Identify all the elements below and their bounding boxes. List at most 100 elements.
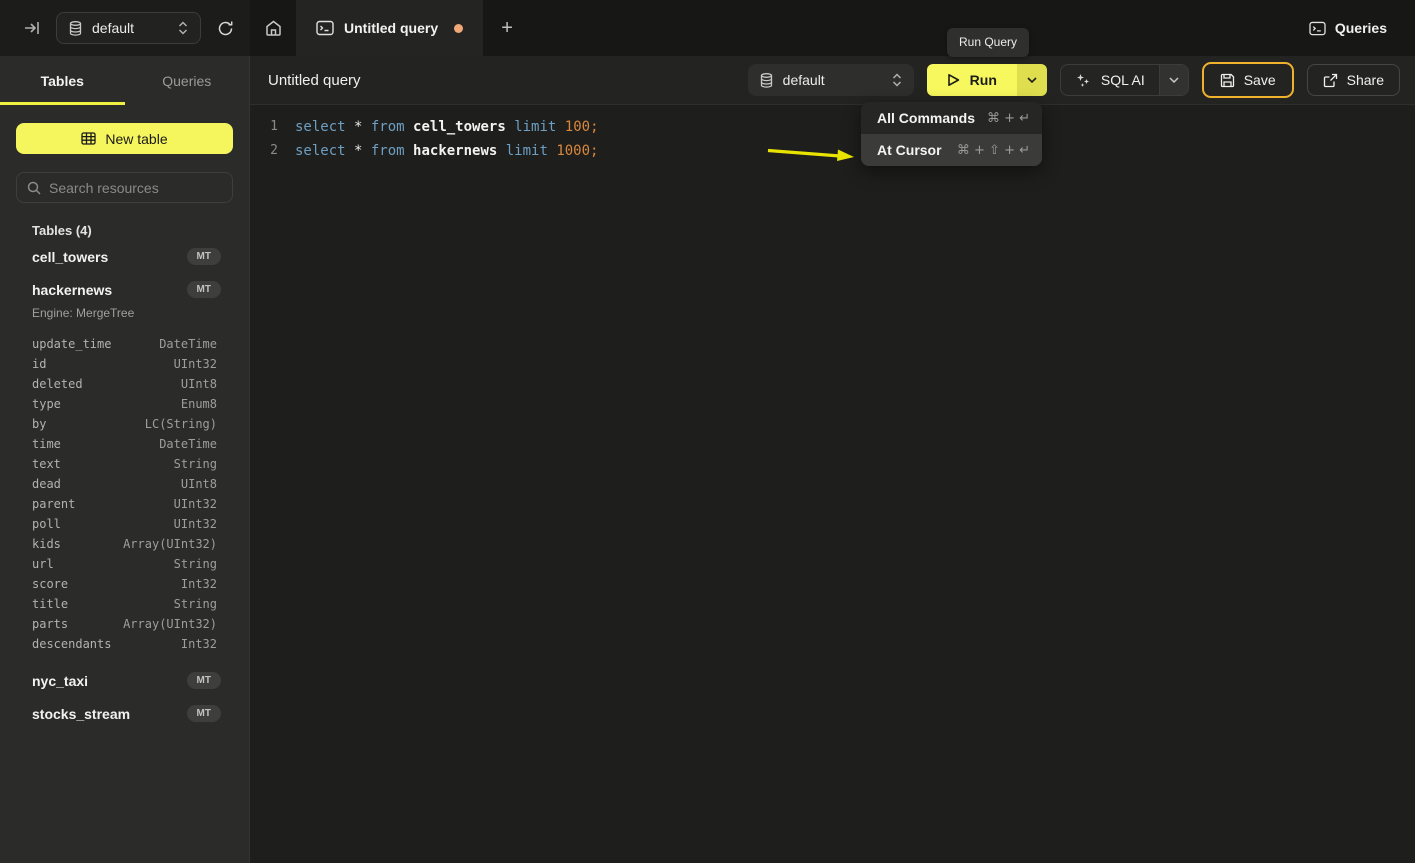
- code-text: select * from hackernews limit 1000;: [295, 139, 598, 163]
- column-row: partsArray(UInt32): [16, 614, 233, 634]
- sql-ai-button[interactable]: SQL AI: [1061, 65, 1159, 95]
- column-row: dead UInt8: [16, 474, 233, 494]
- table-row[interactable]: nyc_taxi MT: [16, 664, 233, 697]
- column-name: poll: [32, 517, 61, 531]
- line-number: 2: [266, 139, 278, 163]
- column-row: pollUInt32: [16, 514, 233, 534]
- home-button[interactable]: [250, 0, 296, 56]
- search-input[interactable]: [49, 180, 222, 196]
- code-text: select * from cell_towers limit 100;: [295, 115, 599, 139]
- engine-badge: MT: [187, 672, 221, 689]
- top-bar: default Untitled query: [0, 0, 1415, 56]
- run-button[interactable]: Run: [927, 64, 1017, 96]
- column-type: Int32: [181, 637, 217, 651]
- engine-badge: MT: [187, 281, 221, 298]
- token-keyword: from: [371, 143, 413, 159]
- sql-ai-label: SQL AI: [1101, 72, 1145, 88]
- top-bar-right: Queries: [1309, 0, 1415, 56]
- column-type: String: [174, 457, 217, 471]
- column-row: byLC(String): [16, 414, 233, 434]
- new-table-label: New table: [105, 131, 167, 147]
- code-line: 2 select * from hackernews limit 1000;: [266, 139, 1415, 163]
- share-button[interactable]: Share: [1307, 64, 1400, 96]
- column-type: UInt32: [174, 497, 217, 511]
- token-number: 100: [565, 119, 590, 135]
- column-name: dead: [32, 477, 61, 491]
- token-star: *: [354, 143, 371, 159]
- menu-item-label: All Commands: [877, 110, 975, 126]
- collapse-sidebar-icon: [24, 21, 40, 35]
- column-type: DateTime: [159, 337, 217, 351]
- run-options-dropdown-button[interactable]: [1017, 64, 1047, 96]
- column-row: url String: [16, 554, 233, 574]
- column-name: parts: [32, 617, 68, 631]
- active-tab-underline: [0, 102, 125, 105]
- token-keyword: limit: [514, 119, 565, 135]
- table-row[interactable]: stocks_streamMT: [16, 697, 233, 730]
- run-options-menu: All Commands ⌘ + ↵ At Cursor⌘ + ⇧ + ↵: [861, 102, 1042, 166]
- column-name: descendants: [32, 637, 111, 651]
- query-title: Untitled query: [268, 72, 361, 89]
- column-type: String: [174, 557, 217, 571]
- queries-button-label: Queries: [1335, 20, 1387, 36]
- run-button-group: Run: [927, 64, 1047, 96]
- refresh-button[interactable]: [213, 16, 238, 41]
- menu-item-at-cursor[interactable]: At Cursor⌘ + ⇧ + ↵: [861, 134, 1042, 166]
- column-type: UInt8: [181, 377, 217, 391]
- table-engine-label: Engine: MergeTree: [16, 306, 233, 328]
- column-type: Enum8: [181, 397, 217, 411]
- menu-item-all-commands[interactable]: All Commands ⌘ + ↵: [861, 102, 1042, 134]
- query-header: Untitled query default: [250, 56, 1415, 105]
- token-keyword: select: [295, 143, 354, 159]
- database-selector[interactable]: default: [56, 12, 201, 44]
- column-row: parentUInt32: [16, 494, 233, 514]
- database-icon: [69, 21, 82, 36]
- share-button-label: Share: [1347, 72, 1384, 88]
- top-bar-left: default: [0, 0, 250, 56]
- column-name: url: [32, 557, 54, 571]
- save-icon: [1220, 73, 1235, 88]
- column-type: LC(String): [145, 417, 217, 431]
- column-type: UInt32: [174, 357, 217, 371]
- save-button[interactable]: Save: [1202, 62, 1294, 98]
- query-toolbar: default Run: [748, 62, 1400, 98]
- table-name: stocks_stream: [32, 706, 130, 722]
- main-panel: Untitled query default: [250, 56, 1415, 863]
- new-tab-button[interactable]: +: [483, 0, 531, 56]
- new-table-button[interactable]: New table: [16, 123, 233, 154]
- column-name: score: [32, 577, 68, 591]
- play-icon: [947, 73, 960, 87]
- column-name: deleted: [32, 377, 83, 391]
- table-row[interactable]: hackernews MT: [16, 273, 233, 306]
- column-row: timeDateTime: [16, 434, 233, 454]
- token-table: cell_towers: [413, 119, 514, 135]
- token-number: 1000: [556, 143, 590, 159]
- column-row: idUInt32: [16, 354, 233, 374]
- token-table: hackernews: [413, 143, 506, 159]
- table-name: hackernews: [32, 282, 112, 298]
- queries-button[interactable]: Queries: [1309, 20, 1387, 36]
- save-button-label: Save: [1244, 72, 1276, 88]
- table-row[interactable]: cell_towers MT: [16, 240, 233, 273]
- column-type: Int32: [181, 577, 217, 591]
- query-database-selector[interactable]: default: [748, 64, 914, 96]
- plus-icon: +: [501, 17, 513, 39]
- sidebar-tab-tables[interactable]: Tables: [0, 56, 125, 105]
- tab-untitled-query[interactable]: Untitled query: [296, 0, 483, 56]
- column-row: update_timeDateTime: [16, 334, 233, 354]
- column-type: UInt8: [181, 477, 217, 491]
- collapse-sidebar-button[interactable]: [20, 17, 44, 39]
- search-box: [16, 172, 233, 203]
- engine-badge: MT: [187, 248, 221, 265]
- menu-item-shortcut: ⌘ + ↵: [987, 111, 1030, 126]
- sql-ai-dropdown-button[interactable]: [1159, 65, 1188, 95]
- table-name: nyc_taxi: [32, 673, 88, 689]
- database-selector-value: default: [92, 20, 168, 36]
- table-name: cell_towers: [32, 249, 108, 265]
- sidebar-tab-queries[interactable]: Queries: [125, 56, 250, 105]
- column-row: kidsArray(UInt32): [16, 534, 233, 554]
- sidebar-tabs: Tables Queries: [0, 56, 249, 105]
- column-row: titleString: [16, 594, 233, 614]
- column-name: time: [32, 437, 61, 451]
- sql-editor[interactable]: 1select * from cell_towers limit 100;2se…: [250, 105, 1415, 863]
